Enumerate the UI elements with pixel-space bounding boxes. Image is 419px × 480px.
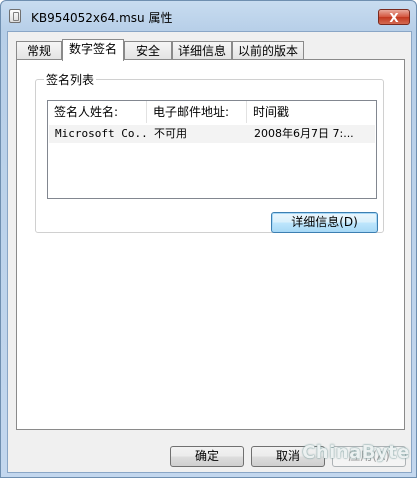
column-header-name[interactable]: 签名人姓名: — [48, 101, 147, 123]
signer-name: Microsoft Co... — [55, 127, 148, 140]
signature-timestamp: 2008年6月7日 7:... — [254, 127, 354, 140]
properties-window: KB954052x64.msu 属性 X 常规 数字签名 安全 详细信息 以前的… — [0, 0, 417, 478]
signature-list-group: 签名列表 签名人姓名: 电子邮件地址: 时间戳 Microsoft Co... … — [35, 71, 384, 233]
signature-list[interactable]: 签名人姓名: 电子邮件地址: 时间戳 Microsoft Co... 不可用 2… — [47, 100, 377, 199]
tab-previous-versions[interactable]: 以前的版本 — [232, 41, 304, 60]
ok-button[interactable]: 确定 — [170, 446, 244, 467]
file-icon — [9, 9, 21, 23]
tab-general[interactable]: 常规 — [16, 41, 62, 60]
list-item[interactable]: Microsoft Co... 不可用 2008年6月7日 7:... — [49, 125, 375, 143]
signature-list-label: 签名列表 — [44, 71, 97, 88]
column-header-email[interactable]: 电子邮件地址: — [147, 101, 247, 123]
close-icon: X — [389, 11, 399, 25]
signer-email: 不可用 — [154, 127, 187, 140]
window-title: KB954052x64.msu 属性 — [31, 11, 173, 25]
list-header: 签名人姓名: 电子邮件地址: 时间戳 — [48, 101, 376, 123]
tab-panel: 签名列表 签名人姓名: 电子邮件地址: 时间戳 Microsoft Co... … — [16, 59, 405, 430]
tab-details[interactable]: 详细信息 — [172, 41, 232, 60]
close-button[interactable]: X — [378, 9, 410, 25]
column-header-timestamp[interactable]: 时间戳 — [247, 101, 376, 123]
tab-digital-signatures[interactable]: 数字签名 — [62, 39, 124, 61]
watermark-logo: ChinaByte — [302, 442, 410, 463]
dialog-client-area: 常规 数字签名 安全 详细信息 以前的版本 签名列表 签名人姓名: 电子邮件地址… — [7, 31, 412, 473]
tab-security[interactable]: 安全 — [124, 41, 172, 60]
details-button[interactable]: 详细信息(D) — [271, 212, 378, 233]
title-bar[interactable]: KB954052x64.msu 属性 X — [1, 1, 416, 31]
